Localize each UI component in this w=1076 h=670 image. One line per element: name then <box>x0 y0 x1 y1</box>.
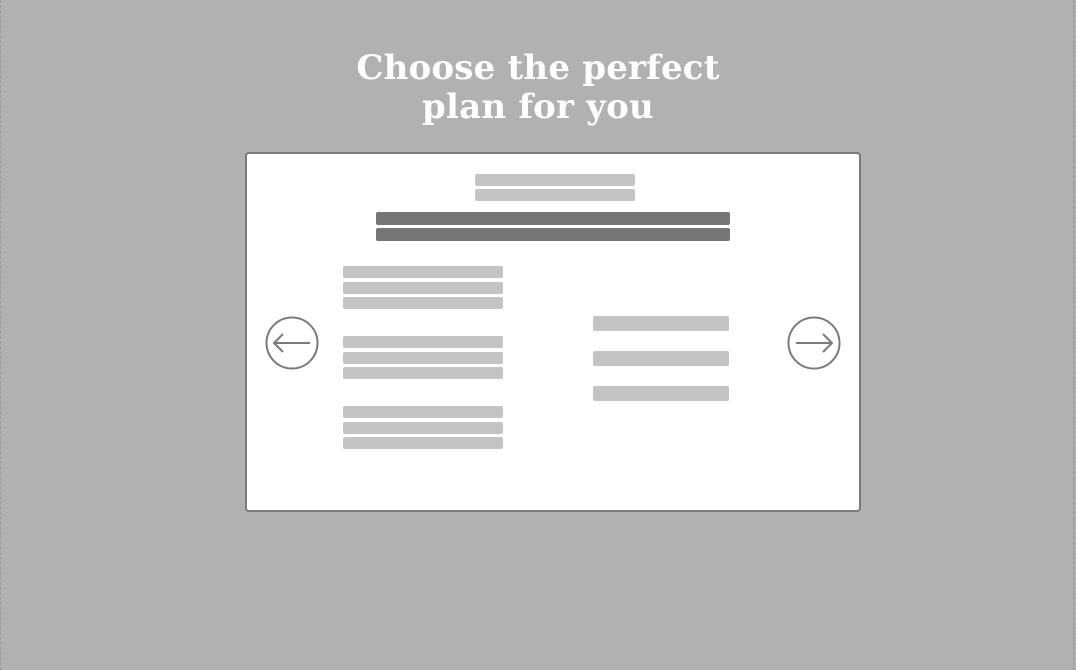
feature-line <box>343 437 503 449</box>
feature-line <box>343 367 503 379</box>
page-title-line-2: plan for you <box>422 86 654 127</box>
page-title-line-1: Choose the perfect <box>356 47 720 88</box>
feature-line <box>343 266 503 278</box>
feature-line <box>343 336 503 348</box>
prev-button[interactable] <box>265 316 319 370</box>
card-heading-placeholder-2 <box>376 228 730 241</box>
feature-line <box>343 297 503 309</box>
arrow-left-circle-icon <box>265 316 319 370</box>
option-placeholder-3[interactable] <box>593 386 729 401</box>
feature-line <box>343 282 503 294</box>
feature-line <box>343 406 503 418</box>
plan-card <box>245 152 861 512</box>
next-button[interactable] <box>787 316 841 370</box>
option-placeholder-2[interactable] <box>593 351 729 366</box>
feature-line <box>343 422 503 434</box>
page-title: Choose the perfect plan for you <box>0 47 1076 127</box>
option-placeholder-1[interactable] <box>593 316 729 331</box>
arrow-right-circle-icon <box>787 316 841 370</box>
feature-line <box>343 352 503 364</box>
card-subtitle-placeholder-1 <box>475 174 635 186</box>
card-subtitle-placeholder-2 <box>475 189 635 201</box>
card-heading-placeholder-1 <box>376 212 730 225</box>
